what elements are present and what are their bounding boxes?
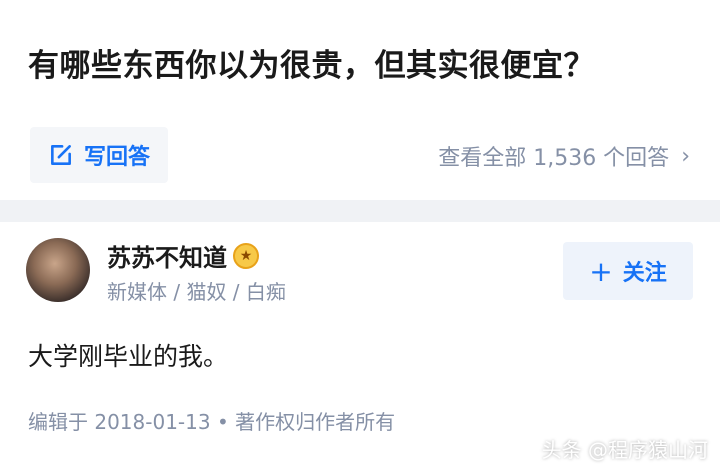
badge-icon: ★: [233, 242, 259, 269]
view-all-answers-link[interactable]: 查看全部 1,536 个回答 ›: [438, 140, 690, 172]
avatar[interactable]: [26, 238, 90, 302]
author-name-text: 苏苏不知道: [107, 244, 227, 272]
follow-button[interactable]: + 关注: [563, 242, 693, 300]
section-divider: [0, 200, 720, 222]
answer-content: 大学刚毕业的我。: [28, 342, 229, 371]
write-answer-button[interactable]: 写回答: [30, 127, 168, 183]
author-bio: 新媒体 / 猫奴 / 白痴: [107, 280, 286, 304]
plus-icon: +: [589, 254, 613, 288]
chevron-right-icon: ›: [681, 143, 690, 169]
view-all-label: 查看全部 1,536 个回答: [438, 146, 670, 171]
write-answer-label: 写回答: [83, 145, 150, 170]
edit-icon: [51, 145, 71, 165]
question-title[interactable]: 有哪些东西你以为很贵，但其实很便宜？: [28, 40, 595, 85]
author-name[interactable]: 苏苏不知道 ★: [107, 238, 259, 273]
question-card: 有哪些东西你以为很贵，但其实很便宜？ 写回答 查看全部 1,536 个回答 ›: [0, 0, 720, 200]
follow-label: 关注: [622, 261, 667, 286]
watermark: 头条 @程序猿山河: [541, 438, 708, 462]
answer-meta: 编辑于 2018-01-13 • 著作权归作者所有: [28, 410, 396, 434]
